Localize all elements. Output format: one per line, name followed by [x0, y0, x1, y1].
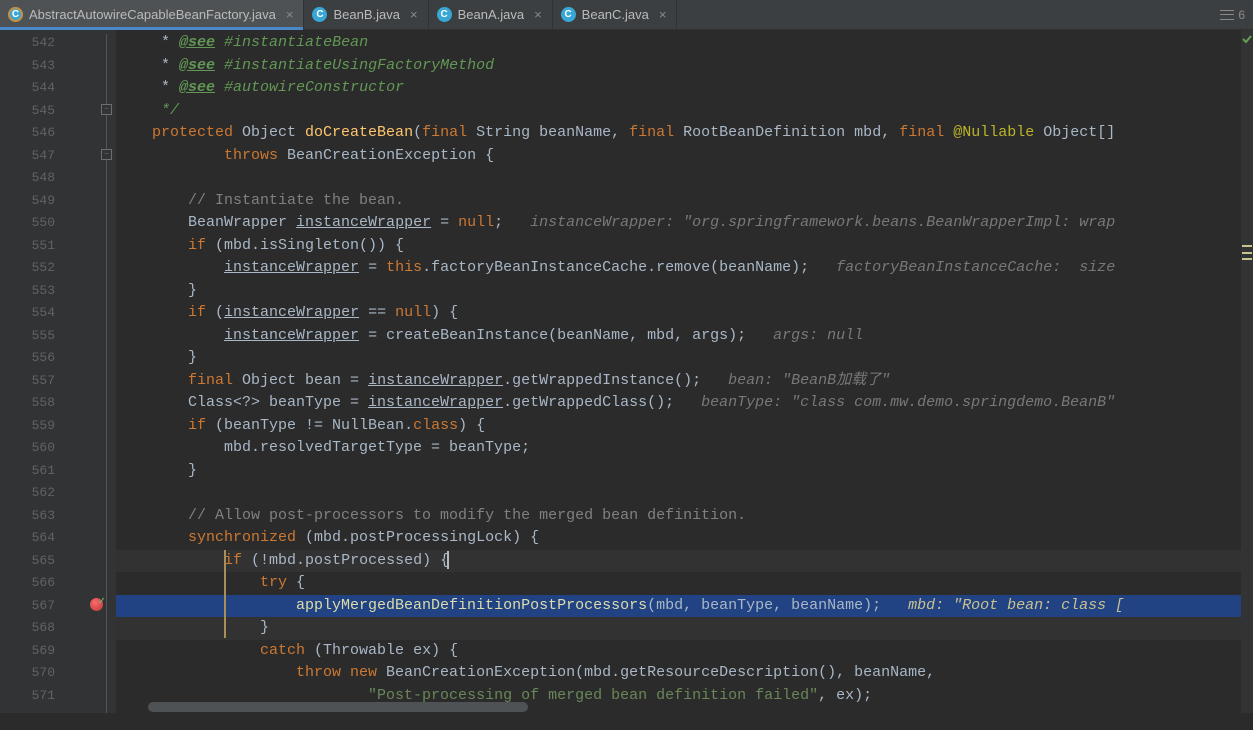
analysis-ok-icon	[1242, 34, 1252, 44]
code-line[interactable]: BeanWrapper instanceWrapper = null; inst…	[116, 212, 1253, 235]
line-number: 559	[0, 415, 55, 438]
scroll-marker-bar[interactable]	[1241, 30, 1253, 713]
code-line[interactable]: Class<?> beanType = instanceWrapper.getW…	[116, 392, 1253, 415]
close-icon[interactable]: ×	[410, 7, 418, 22]
code-editor[interactable]: 5425435445455465475485495505515525535545…	[0, 30, 1253, 713]
text-caret	[447, 551, 449, 569]
line-number: 544	[0, 77, 55, 100]
line-number: 561	[0, 460, 55, 483]
java-class-icon: C	[8, 7, 23, 22]
code-line[interactable]: final Object bean = instanceWrapper.getW…	[116, 370, 1253, 393]
code-line[interactable]: * @see #autowireConstructor	[116, 77, 1253, 100]
code-line[interactable]: */	[116, 100, 1253, 123]
tab-label: BeanA.java	[458, 7, 525, 22]
code-line[interactable]: // Allow post-processors to modify the m…	[116, 505, 1253, 528]
tab-overflow-count: 6	[1238, 8, 1245, 22]
line-number: 557	[0, 370, 55, 393]
indent-guide-active	[224, 550, 226, 638]
breakpoint-icon[interactable]: ✓	[90, 598, 103, 611]
editor-tabbar: C AbstractAutowireCapableBeanFactory.jav…	[0, 0, 1253, 30]
code-line[interactable]: if (!mbd.postProcessed) {	[116, 550, 1253, 573]
code-line[interactable]: if (mbd.isSingleton()) {	[116, 235, 1253, 258]
line-number: 554	[0, 302, 55, 325]
line-number: 543	[0, 55, 55, 78]
line-number: 562	[0, 482, 55, 505]
line-number: 553	[0, 280, 55, 303]
line-number: 555	[0, 325, 55, 348]
tab-file-3[interactable]: C BeanC.java ×	[553, 0, 678, 29]
line-number: 550	[0, 212, 55, 235]
line-number: 570	[0, 662, 55, 685]
code-line[interactable]: protected Object doCreateBean(final Stri…	[116, 122, 1253, 145]
close-icon[interactable]: ×	[286, 7, 294, 22]
line-number: 560	[0, 437, 55, 460]
line-number: 564	[0, 527, 55, 550]
line-number: 556	[0, 347, 55, 370]
code-line[interactable]: }	[116, 617, 1253, 640]
code-line[interactable]: try {	[116, 572, 1253, 595]
horizontal-scrollbar[interactable]	[116, 701, 1216, 713]
tab-label: BeanB.java	[333, 7, 400, 22]
scroll-tick[interactable]	[1242, 252, 1252, 254]
code-line[interactable]: mbd.resolvedTargetType = beanType;	[116, 437, 1253, 460]
code-line[interactable]: }	[116, 460, 1253, 483]
line-number: 558	[0, 392, 55, 415]
code-line[interactable]: synchronized (mbd.postProcessingLock) {	[116, 527, 1253, 550]
close-icon[interactable]: ×	[534, 7, 542, 22]
scrollbar-thumb[interactable]	[148, 702, 528, 712]
line-number: 568	[0, 617, 55, 640]
line-number: 548	[0, 167, 55, 190]
check-icon: ✓	[98, 596, 106, 608]
line-number: 566	[0, 572, 55, 595]
code-line[interactable]: }	[116, 280, 1253, 303]
line-number: 567	[0, 595, 55, 618]
tab-file-0[interactable]: C AbstractAutowireCapableBeanFactory.jav…	[0, 0, 304, 29]
scroll-tick[interactable]	[1242, 245, 1252, 247]
code-line[interactable]: applyMergedBeanDefinitionPostProcessors(…	[116, 595, 1253, 618]
line-number: 569	[0, 640, 55, 663]
tab-file-1[interactable]: C BeanB.java ×	[304, 0, 428, 29]
code-line[interactable]: instanceWrapper = this.factoryBeanInstan…	[116, 257, 1253, 280]
code-line[interactable]: throw new BeanCreationException(mbd.getR…	[116, 662, 1253, 685]
code-line[interactable]: // Instantiate the bean.	[116, 190, 1253, 213]
line-number	[0, 707, 55, 730]
line-number: 549	[0, 190, 55, 213]
tab-label: AbstractAutowireCapableBeanFactory.java	[29, 7, 276, 22]
code-line[interactable]: if (beanType != NullBean.class) {	[116, 415, 1253, 438]
java-class-icon: C	[437, 7, 452, 22]
java-class-icon: C	[312, 7, 327, 22]
code-line[interactable]	[116, 482, 1253, 505]
fold-toggle-icon[interactable]: −	[101, 149, 112, 160]
code-line[interactable]: instanceWrapper = createBeanInstance(bea…	[116, 325, 1253, 348]
code-line[interactable]: if (instanceWrapper == null) {	[116, 302, 1253, 325]
line-number-gutter: 5425435445455465475485495505515525535545…	[0, 30, 76, 713]
code-line[interactable]: catch (Throwable ex) {	[116, 640, 1253, 663]
code-line[interactable]: * @see #instantiateUsingFactoryMethod	[116, 55, 1253, 78]
gutter-marks: − − ✓	[76, 30, 116, 713]
line-number: 542	[0, 32, 55, 55]
code-area[interactable]: * @see #instantiateBean * @see #instanti…	[116, 30, 1253, 713]
code-line[interactable]	[116, 167, 1253, 190]
line-number: 565	[0, 550, 55, 573]
tab-label: BeanC.java	[582, 7, 649, 22]
line-number: 545	[0, 100, 55, 123]
code-line[interactable]: }	[116, 347, 1253, 370]
code-line[interactable]: * @see #instantiateBean	[116, 32, 1253, 55]
tab-file-2[interactable]: C BeanA.java ×	[429, 0, 553, 29]
line-number: 552	[0, 257, 55, 280]
java-class-icon: C	[561, 7, 576, 22]
line-number: 546	[0, 122, 55, 145]
line-number: 547	[0, 145, 55, 168]
tabbar-overflow[interactable]: 6	[1220, 0, 1253, 29]
line-number: 551	[0, 235, 55, 258]
hamburger-icon	[1220, 10, 1234, 20]
line-number: 563	[0, 505, 55, 528]
close-icon[interactable]: ×	[659, 7, 667, 22]
code-line[interactable]: throws BeanCreationException {	[116, 145, 1253, 168]
line-number: 571	[0, 685, 55, 708]
scroll-tick[interactable]	[1242, 258, 1252, 260]
fold-toggle-icon[interactable]: −	[101, 104, 112, 115]
